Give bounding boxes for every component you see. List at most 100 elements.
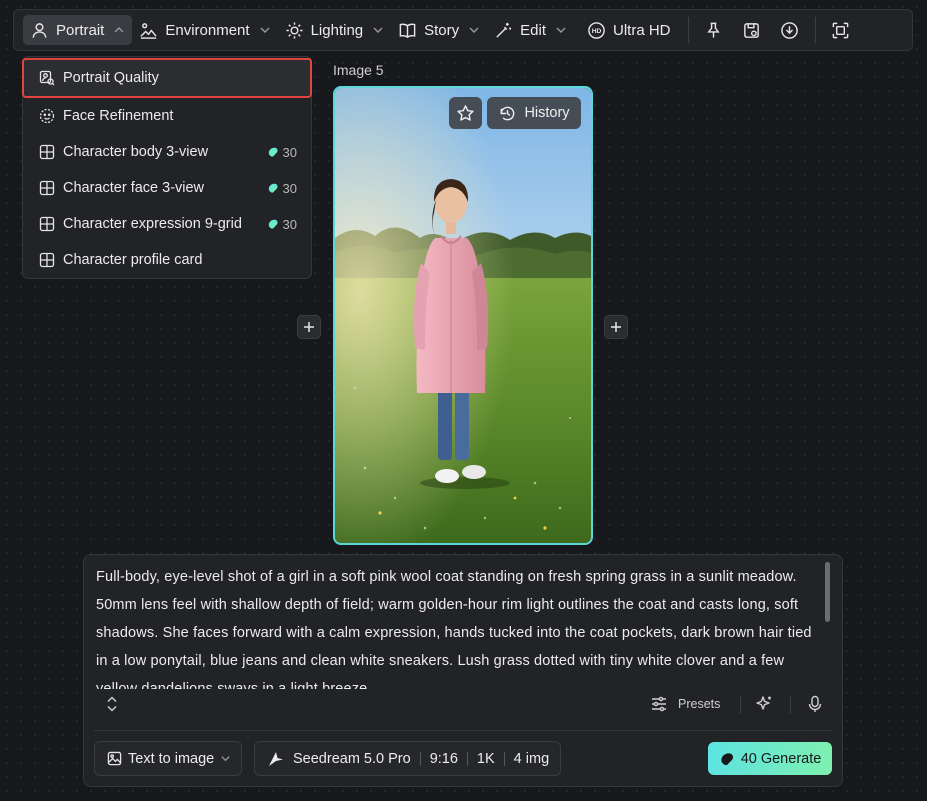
favorite-button[interactable] xyxy=(449,97,482,129)
sun-icon xyxy=(286,21,303,39)
divider xyxy=(503,751,505,766)
menu-item-label: Portrait Quality xyxy=(63,70,159,86)
plus-icon xyxy=(611,322,621,332)
grid-icon xyxy=(39,144,55,160)
sparkle-icon xyxy=(756,696,771,710)
chevron-down-icon xyxy=(469,27,479,33)
toolbar-lighting[interactable]: Lighting xyxy=(278,15,392,45)
menu-item-character-body-3-view[interactable]: Character body 3-view 30 xyxy=(23,134,311,170)
image-icon xyxy=(107,751,122,766)
toolbar-portrait[interactable]: Portrait xyxy=(23,15,133,45)
toolbar-edit[interactable]: Edit xyxy=(487,15,574,45)
generate-label: 40 Generate xyxy=(740,750,822,767)
portrait-quality-icon xyxy=(39,70,55,86)
menu-item-character-face-3-view[interactable]: Character face 3-view 30 xyxy=(23,170,311,206)
magic-wand-icon xyxy=(496,22,512,38)
divider xyxy=(790,696,791,714)
toolbar-story-label: Story xyxy=(424,21,460,39)
chevron-down-icon xyxy=(556,27,566,33)
pin-button[interactable] xyxy=(695,15,733,45)
credit-cost: 30 xyxy=(267,217,297,232)
microphone-icon xyxy=(808,695,822,712)
toolbar-ultra-hd-label: Ultra HD xyxy=(613,21,671,39)
credit-cost: 30 xyxy=(267,181,297,196)
top-toolbar: Portrait Environment Lighting Story Edit… xyxy=(13,9,913,51)
image-title: Image 5 xyxy=(333,62,384,78)
save-icon xyxy=(744,22,759,38)
model-name: Seedream 5.0 Pro xyxy=(293,750,411,767)
plus-icon xyxy=(304,322,314,332)
focus-icon xyxy=(832,22,849,38)
generated-image-card[interactable]: History xyxy=(333,86,593,545)
resolution: 1K xyxy=(476,750,495,767)
panel-divider xyxy=(94,730,832,731)
credit-bean-icon xyxy=(268,147,278,157)
toolbar-environment[interactable]: Environment xyxy=(132,15,277,45)
grid-icon xyxy=(39,252,55,268)
face-icon xyxy=(39,108,55,124)
landscape-icon xyxy=(140,22,158,39)
toolbar-portrait-label: Portrait xyxy=(56,21,105,39)
menu-item-label: Character body 3-view xyxy=(63,144,209,160)
book-icon xyxy=(399,23,416,38)
toolbar-divider xyxy=(814,17,816,43)
toolbar-lighting-label: Lighting xyxy=(310,21,364,39)
pin-icon xyxy=(707,22,720,38)
chevron-down-icon xyxy=(260,27,270,33)
chevron-up-icon xyxy=(114,27,124,33)
toolbar-ultra-hd[interactable]: HD Ultra HD xyxy=(580,15,678,45)
image-count: 4 img xyxy=(513,750,550,767)
focus-button[interactable] xyxy=(822,15,860,45)
history-button[interactable]: History xyxy=(487,97,581,129)
prompt-textarea[interactable]: Full-body, eye-level shot of a girl in a… xyxy=(96,563,821,689)
credit-cost-value: 30 xyxy=(282,216,297,232)
add-image-right-button[interactable] xyxy=(604,315,628,339)
menu-item-label: Character profile card xyxy=(63,252,203,268)
grid-icon xyxy=(39,216,55,232)
credit-bean-icon xyxy=(268,219,278,229)
credit-cost: 30 xyxy=(267,145,297,160)
toolbar-divider xyxy=(687,17,689,43)
svg-text:HD: HD xyxy=(592,27,602,34)
mode-select[interactable]: Text to image xyxy=(94,741,243,776)
menu-item-face-refinement[interactable]: Face Refinement xyxy=(23,98,311,134)
enhance-prompt-button[interactable] xyxy=(754,694,774,714)
user-icon xyxy=(32,22,47,38)
chevron-down-icon xyxy=(373,27,383,33)
hd-icon: HD xyxy=(588,21,605,39)
sliders-icon xyxy=(652,696,666,712)
menu-item-character-expression-9-grid[interactable]: Character expression 9-grid 30 xyxy=(23,206,311,242)
toolbar-story[interactable]: Story xyxy=(391,15,487,45)
divider xyxy=(419,751,421,766)
generated-photo xyxy=(335,88,591,543)
prompt-scrollbar[interactable] xyxy=(825,562,830,622)
mode-label: Text to image xyxy=(128,750,215,767)
seedream-logo-icon xyxy=(269,751,283,766)
star-icon xyxy=(457,104,474,121)
credit-bean-icon xyxy=(268,183,278,193)
history-label: History xyxy=(524,105,570,121)
voice-input-button[interactable] xyxy=(805,694,825,714)
menu-item-label: Character expression 9-grid xyxy=(63,216,242,232)
grid-icon xyxy=(39,180,55,196)
save-button[interactable] xyxy=(733,15,771,45)
menu-item-character-profile-card[interactable]: Character profile card xyxy=(23,242,311,278)
model-settings-button[interactable]: Seedream 5.0 Pro 9:16 1K 4 img xyxy=(254,741,562,776)
menu-item-label: Face Refinement xyxy=(63,108,174,124)
expand-prompt-button[interactable] xyxy=(103,695,121,713)
toolbar-edit-label: Edit xyxy=(520,21,546,39)
divider xyxy=(740,696,741,714)
menu-item-portrait-quality[interactable]: Portrait Quality xyxy=(22,58,312,98)
credit-cost-value: 30 xyxy=(282,144,297,160)
generate-button[interactable]: 40 Generate xyxy=(708,742,832,775)
aspect-ratio: 9:16 xyxy=(429,750,458,767)
credit-cost-value: 30 xyxy=(282,180,297,196)
credit-bean-icon xyxy=(721,752,733,765)
add-image-left-button[interactable] xyxy=(297,315,321,339)
chevron-down-icon xyxy=(221,756,230,762)
menu-item-label: Character face 3-view xyxy=(63,180,205,196)
download-icon xyxy=(781,21,798,39)
presets-button[interactable]: Presets xyxy=(650,695,720,713)
download-button[interactable] xyxy=(771,15,809,45)
portrait-dropdown-menu: Portrait Quality Face Refinement Charact… xyxy=(22,56,312,279)
